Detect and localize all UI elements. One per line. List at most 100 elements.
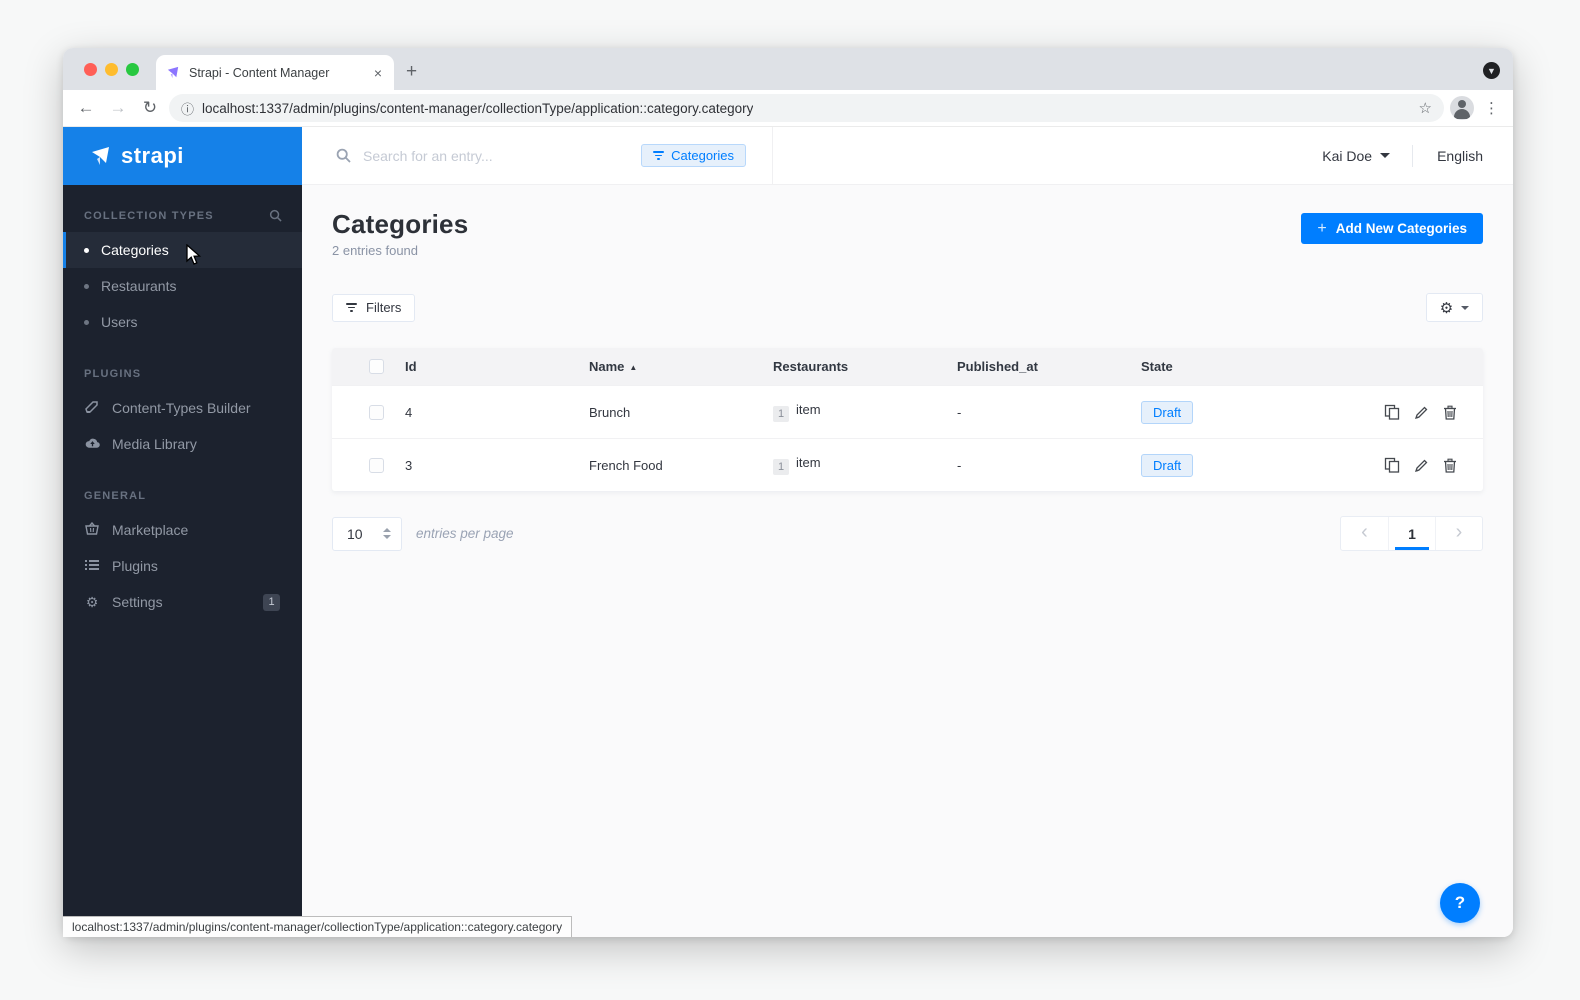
filters-button[interactable]: Filters <box>332 293 416 322</box>
row-checkbox[interactable] <box>369 405 384 421</box>
logo-text: strapi <box>121 143 184 168</box>
strapi-admin: strapi COLLECTION TYPES Categories Resta <box>63 127 1513 937</box>
new-tab-button[interactable]: + <box>406 61 417 83</box>
table-footer: 10 entries per page ‹ 1 › <box>332 516 1483 551</box>
sidebar-item-label: Content-Types Builder <box>112 400 251 416</box>
cell-restaurants: 1 item <box>773 455 957 475</box>
sidebar-item-settings[interactable]: ⚙ Settings 1 <box>63 584 302 620</box>
browser-tab-strip: Strapi - Content Manager × + ▼ <box>63 48 1513 90</box>
user-menu[interactable]: Kai Doe <box>1322 148 1412 164</box>
browser-menu-icon[interactable]: ⋮ <box>1480 99 1503 117</box>
cell-published-at: - <box>957 457 962 473</box>
sidebar-item-users[interactable]: Users <box>63 304 302 340</box>
plus-icon: + <box>1317 219 1327 237</box>
sidebar-item-restaurants[interactable]: Restaurants <box>63 268 302 304</box>
table-settings-dropdown[interactable]: ⚙ <box>1426 293 1483 322</box>
title-row: Categories 2 entries found + Add New Cat… <box>332 209 1483 258</box>
page-1-button[interactable]: 1 <box>1388 517 1435 550</box>
tab-close-icon[interactable]: × <box>372 65 384 81</box>
column-header-id[interactable]: Id <box>405 359 589 374</box>
search-zone: Categories <box>302 127 773 184</box>
duplicate-icon[interactable] <box>1384 457 1400 473</box>
column-header-published-at[interactable]: Published_at <box>957 359 1141 374</box>
bullet-icon <box>84 319 89 325</box>
avatar-head <box>1458 100 1466 108</box>
entries-table: Id Name ▲ Restaurants Published_at State … <box>332 348 1483 491</box>
status-url-bar: localhost:1337/admin/plugins/content-man… <box>63 916 573 937</box>
count-badge: 1 <box>773 406 789 422</box>
window-controls <box>84 63 139 76</box>
url-bar[interactable]: ⓘ localhost:1337/admin/plugins/content-m… <box>169 94 1444 122</box>
bullet-icon <box>84 283 89 289</box>
edit-icon[interactable] <box>1414 458 1429 473</box>
general-section-label: GENERAL <box>84 490 147 502</box>
browser-window: Strapi - Content Manager × + ▼ ← → ↻ ⓘ l… <box>63 48 1513 937</box>
count-badge: 1 <box>773 459 789 475</box>
paint-roller-icon <box>84 400 100 417</box>
bullet-icon <box>84 247 89 253</box>
sidebar-item-plugins[interactable]: Plugins <box>63 548 302 584</box>
add-new-categories-button[interactable]: + Add New Categories <box>1301 213 1483 244</box>
reload-icon[interactable]: ↻ <box>137 98 163 118</box>
help-button[interactable]: ? <box>1440 883 1480 923</box>
filter-icon <box>346 303 357 312</box>
main-header: Categories Kai Doe English <box>302 127 1513 185</box>
filters-label: Filters <box>366 300 402 315</box>
strapi-logo[interactable]: strapi <box>63 127 302 185</box>
search-icon[interactable] <box>336 148 351 163</box>
search-input[interactable] <box>363 147 630 164</box>
search-icon[interactable] <box>269 209 282 222</box>
duplicate-icon[interactable] <box>1384 404 1400 420</box>
edit-icon[interactable] <box>1414 405 1429 420</box>
chevron-right-icon: › <box>1455 521 1463 543</box>
delete-icon[interactable] <box>1443 405 1457 420</box>
tab-search-button[interactable]: ▼ <box>1483 62 1500 79</box>
sidebar-item-content-types-builder[interactable]: Content-Types Builder <box>63 390 302 426</box>
close-window-button[interactable] <box>84 63 97 76</box>
column-header-restaurants[interactable]: Restaurants <box>773 359 957 374</box>
page-info-icon[interactable]: ⓘ <box>181 99 194 118</box>
next-page-button[interactable]: › <box>1435 517 1482 550</box>
sort-asc-icon: ▲ <box>629 363 638 372</box>
chevron-down-icon <box>1380 153 1391 158</box>
cell-id: 4 <box>405 404 413 420</box>
table-row[interactable]: 4 Brunch 1 item - Draft <box>332 385 1483 438</box>
zoom-window-button[interactable] <box>126 63 139 76</box>
sidebar-item-marketplace[interactable]: Marketplace <box>63 512 302 548</box>
cell-name: Brunch <box>589 404 631 420</box>
filter-chip-label: Categories <box>671 148 734 163</box>
forward-icon[interactable]: → <box>105 98 131 118</box>
entries-count: 2 entries found <box>332 243 419 258</box>
strapi-favicon <box>167 66 179 79</box>
column-header-name[interactable]: Name ▲ <box>589 359 773 374</box>
language-selector[interactable]: English <box>1413 148 1483 164</box>
table-row[interactable]: 3 French Food 1 item - Draft <box>332 438 1483 491</box>
sidebar-item-media-library[interactable]: Media Library <box>63 426 302 462</box>
filter-chip-categories[interactable]: Categories <box>641 144 746 167</box>
cell-restaurants: 1 item <box>773 402 957 422</box>
bookmark-star-icon[interactable]: ☆ <box>1419 99 1432 117</box>
tab-title: Strapi - Content Manager <box>189 65 330 80</box>
per-page-value: 10 <box>347 525 363 542</box>
url-text: localhost:1337/admin/plugins/content-man… <box>202 100 754 116</box>
row-checkbox[interactable] <box>369 458 384 474</box>
entries-per-page-select[interactable]: 10 <box>332 516 402 551</box>
stepper-icon <box>383 528 391 539</box>
table-toolbar: Filters ⚙ <box>332 293 1483 322</box>
filter-icon <box>653 151 665 160</box>
previous-page-button[interactable]: ‹ <box>1341 517 1388 550</box>
column-header-state[interactable]: State <box>1141 359 1325 374</box>
minimize-window-button[interactable] <box>105 63 118 76</box>
select-all-checkbox[interactable] <box>369 358 384 374</box>
pagination: ‹ 1 › <box>1340 516 1483 551</box>
browser-profile-avatar[interactable] <box>1450 96 1474 120</box>
sidebar-item-label: Media Library <box>112 436 197 452</box>
gear-icon: ⚙ <box>85 593 99 610</box>
cell-name: French Food <box>589 457 663 473</box>
state-badge-draft: Draft <box>1141 453 1194 477</box>
back-icon[interactable]: ← <box>73 98 99 118</box>
sidebar-item-categories[interactable]: Categories <box>63 232 302 268</box>
page-title: Categories <box>332 209 469 239</box>
browser-tab[interactable]: Strapi - Content Manager × <box>156 55 394 90</box>
delete-icon[interactable] <box>1443 458 1457 473</box>
